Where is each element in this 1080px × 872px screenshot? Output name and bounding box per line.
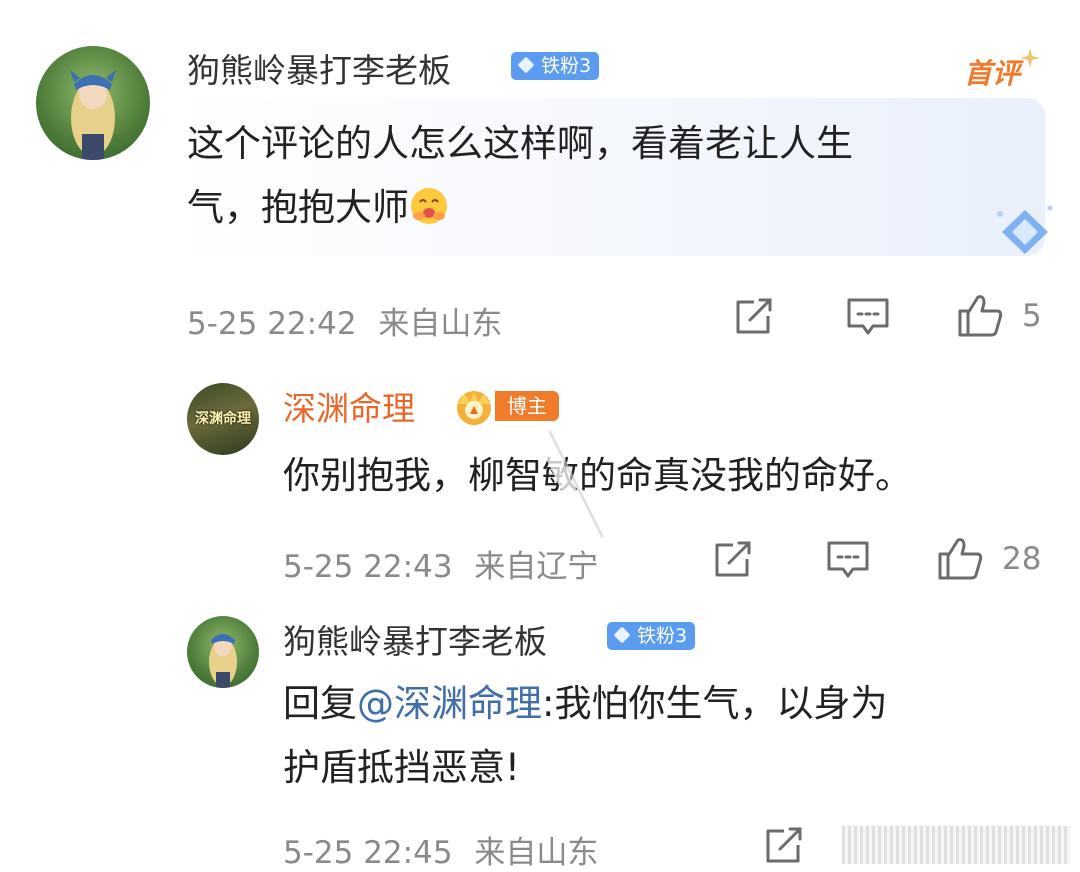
blogger-badge: 博主 (495, 391, 559, 421)
comment-meta: 5-25 22:45 来自山东 (283, 827, 598, 872)
first-comment-tag: 首评 (964, 57, 1021, 90)
reply-text-line-2: 护盾抵挡恶意! (283, 746, 520, 789)
avatar[interactable] (187, 616, 259, 688)
timestamp: 5-25 22:42 (187, 306, 357, 342)
reply-text-rest: :我怕你生气，以身为 (542, 682, 888, 725)
location: 来自山东 (378, 306, 503, 342)
username[interactable]: 深渊命理 (283, 382, 415, 430)
timestamp: 5-25 22:45 (283, 835, 453, 871)
timestamp: 5-25 22:43 (283, 549, 453, 585)
like-count: 5 (1022, 298, 1042, 334)
avatar-label: 深渊命理 (195, 411, 251, 427)
comment-icon[interactable] (845, 296, 891, 338)
comment-meta: 5-25 22:43 来自辽宁 (283, 541, 598, 586)
mention-link[interactable]: @深渊命理 (357, 682, 542, 725)
share-icon[interactable] (732, 296, 776, 338)
fan-badge[interactable]: 铁粉3 (511, 52, 600, 80)
like-icon[interactable] (956, 291, 1004, 339)
share-icon[interactable] (762, 825, 806, 867)
comment-meta: 5-25 22:42 来自山东 (187, 298, 502, 343)
share-icon[interactable] (711, 539, 755, 581)
watermark-overlay (842, 826, 1070, 864)
comment-icon[interactable] (825, 539, 871, 581)
diamond-icon (613, 626, 631, 644)
fan-badge[interactable]: 铁粉3 (607, 622, 696, 650)
username[interactable]: 狗熊岭暴打李老板 (187, 44, 451, 92)
comment-text-line-1: 这个评论的人怎么这样啊，看着老让人生 (187, 122, 853, 165)
like-count: 28 (1002, 541, 1042, 577)
sparkle-icon (1020, 48, 1040, 68)
avatar-figure (209, 634, 237, 688)
avatar[interactable] (36, 46, 150, 160)
reply-prefix: 回复 (283, 682, 357, 725)
comment-text-line-2-text: 气，抱抱大师 (187, 186, 409, 229)
diamond-icon (517, 56, 535, 74)
avatar-figure (70, 70, 116, 160)
hug-emoji-icon (411, 188, 447, 224)
fan-badge-label: 铁粉3 (637, 625, 688, 647)
avatar[interactable]: 深渊命理 (187, 383, 259, 455)
reply-text-line-1: 回复@深渊命理:我怕你生气，以身为 (283, 672, 887, 736)
username[interactable]: 狗熊岭暴打李老板 (283, 615, 547, 663)
crown-icon (457, 391, 491, 425)
fan-badge-label: 铁粉3 (541, 55, 592, 77)
like-icon[interactable] (936, 534, 984, 582)
diamond-decoration-icon (997, 205, 1053, 254)
location: 来自辽宁 (474, 549, 599, 585)
comment-text-line-2: 气，抱抱大师 (187, 176, 449, 240)
location: 来自山东 (474, 835, 599, 871)
